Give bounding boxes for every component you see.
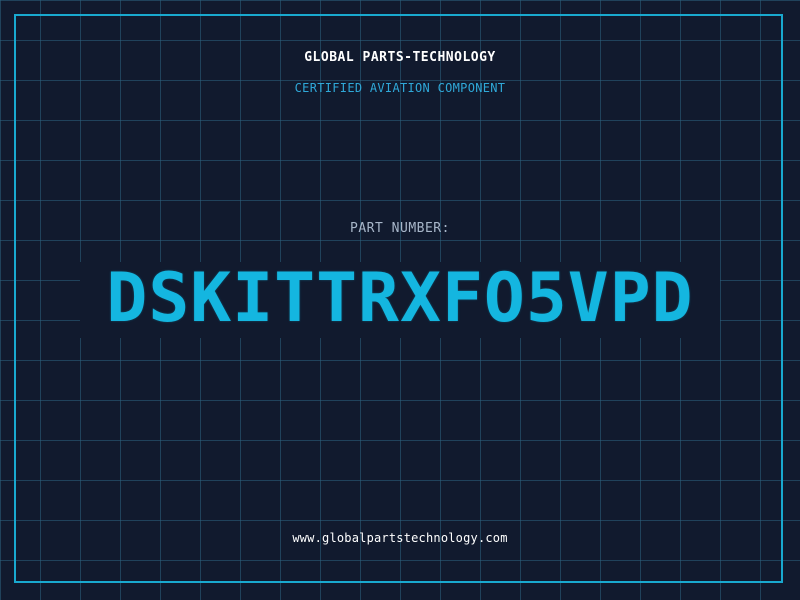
company-name: GLOBAL PARTS-TECHNOLOGY [304,50,496,65]
part-number-value: DSKITTRXFO5VPD [106,259,694,338]
certification-subtitle: CERTIFIED AVIATION COMPONENT [294,81,506,95]
website-url[interactable]: www.globalpartstechnology.com [0,531,800,545]
part-number-label: PART NUMBER: [350,221,450,236]
